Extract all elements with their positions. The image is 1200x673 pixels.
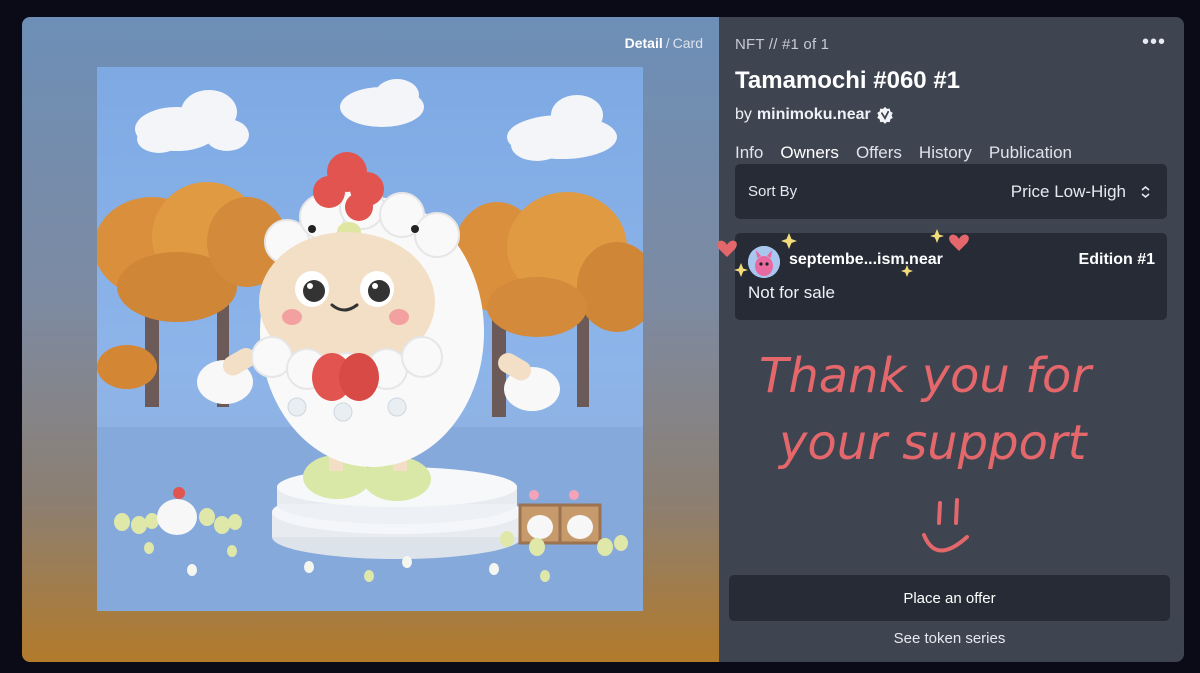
nft-breadcrumb: NFT // #1 of 1 [735,36,830,53]
view-toggle-separator: / [665,35,670,51]
view-toggle: Detail / Card [625,35,703,51]
chevron-updown-icon [1140,185,1151,199]
nft-detail-modal: Detail / Card NFT // #1 of 1 ••• Tamamoc… [22,17,1184,662]
owner-avatar [748,246,780,278]
sort-value: Price Low-High [1011,182,1151,202]
nft-artwork[interactable] [97,67,643,611]
note-line-1: Thank you for [759,348,1094,404]
view-card-toggle[interactable]: Card [673,35,703,51]
sort-label: Sort By [748,183,798,200]
more-dots-icon[interactable]: ••• [1142,32,1166,52]
owner-row[interactable]: septembe...ism.near Edition #1 Not for s… [735,233,1167,320]
creator-link[interactable]: minimoku.near [757,106,871,124]
verified-badge-icon [876,106,893,124]
handwritten-note: Thank you for your support [759,348,1094,553]
artwork-pane: Detail / Card [22,17,719,662]
place-offer-button[interactable]: Place an offer [729,575,1170,621]
sort-value-text: Price Low-High [1010,181,1126,201]
view-detail-toggle[interactable]: Detail [625,35,663,51]
details-pane: NFT // #1 of 1 ••• Tamamochi #060 #1 by … [717,17,1184,662]
artwork-illustration [97,79,643,611]
smiley-face-icon [922,498,969,553]
note-line-2: your support [777,415,1089,471]
creator-byline: by minimoku.near [735,106,894,124]
owner-name[interactable]: septembe...ism.near [789,251,943,269]
see-token-series-link[interactable]: See token series [729,630,1170,647]
edition-label: Edition #1 [1078,251,1155,268]
by-label: by [735,106,752,123]
sale-status: Not for sale [748,283,835,302]
sort-select[interactable]: Sort By Price Low-High [735,164,1167,219]
nft-title: Tamamochi #060 #1 [735,67,961,94]
